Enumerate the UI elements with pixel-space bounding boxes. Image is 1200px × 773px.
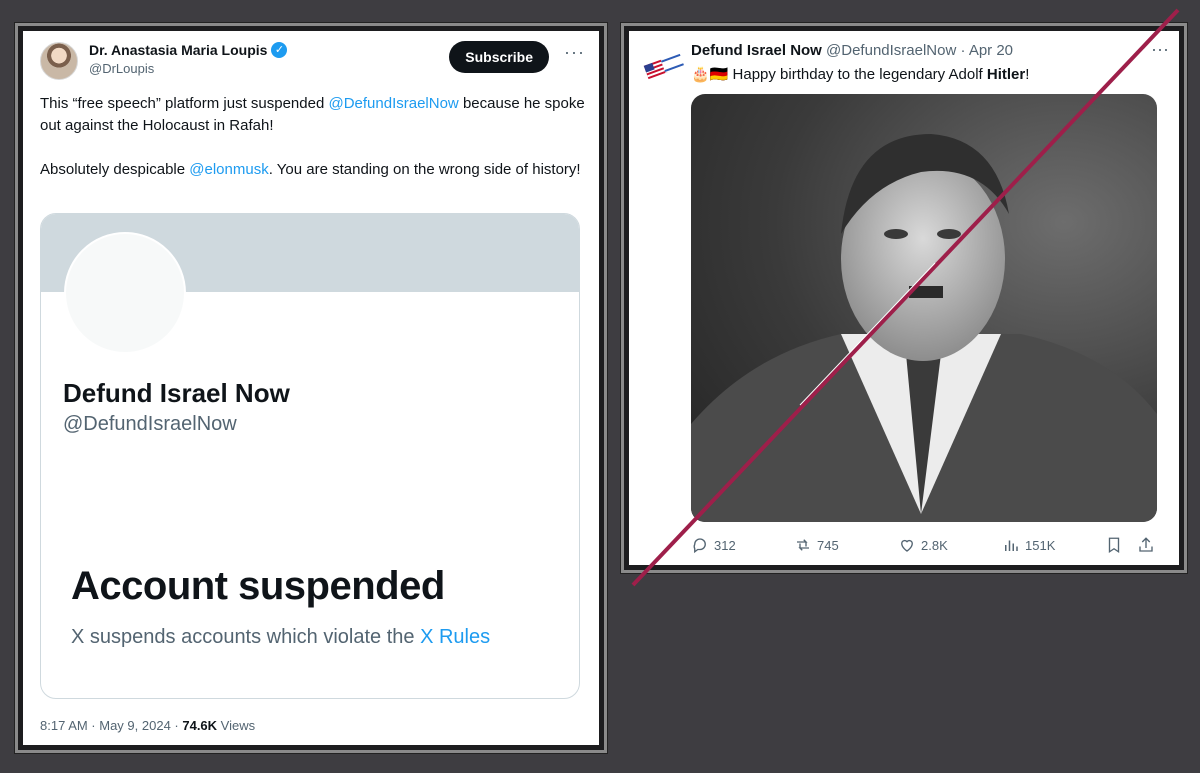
text-span: X suspends accounts which violate the [71, 626, 421, 648]
repost-button[interactable]: 745 [794, 536, 839, 554]
tweet-photo[interactable] [691, 94, 1157, 522]
share-icon [1139, 537, 1153, 552]
reply-button[interactable]: 312 [691, 536, 736, 554]
tweet-header: Dr. Anastasia Maria Loupis ✓ @DrLoupis S… [40, 40, 585, 80]
text-span: Absolutely despicable [40, 161, 190, 178]
author-name[interactable]: Defund Israel Now [691, 42, 822, 59]
emoji-cake-flag: 🎂🇩🇪 [691, 66, 729, 83]
author-name-line: Defund Israel Now @DefundIsraelNow · Apr… [691, 42, 1013, 59]
views-count: 151K [1025, 537, 1056, 553]
author-name[interactable]: Dr. Anastasia Maria Loupis [89, 42, 267, 58]
views-label: Views [217, 718, 256, 733]
text-span: . You are standing on the wrong side of … [268, 161, 581, 178]
more-icon[interactable]: ··· [1151, 39, 1169, 60]
tweet-date[interactable]: · Apr 20 [961, 42, 1014, 59]
bookmark-icon [1108, 537, 1120, 554]
views-button[interactable]: 151K [1002, 536, 1055, 554]
subscribe-button[interactable]: Subscribe [449, 41, 549, 73]
views-count: 74.6K [182, 718, 218, 733]
reply-icon [693, 538, 706, 554]
share-button[interactable] [1137, 536, 1155, 554]
suspended-account-card[interactable]: Defund Israel Now @DefundIsraelNow Accou… [40, 213, 580, 699]
profile-avatar-placeholder [64, 232, 186, 354]
avatar[interactable] [643, 45, 685, 87]
repost-count: 745 [817, 537, 839, 553]
tweet-text: This “free speech” platform just suspend… [40, 93, 588, 203]
views-icon [1005, 540, 1018, 551]
suspended-title: Account suspended [71, 564, 445, 608]
portrait-image [691, 134, 1157, 522]
bold-text: Hitler [986, 66, 1026, 83]
reply-count: 312 [714, 537, 736, 553]
mention-link[interactable]: @elonmusk [189, 161, 268, 178]
verified-icon: ✓ [271, 42, 288, 58]
timestamp[interactable]: 8:17 AM · May 9, 2024 · [40, 718, 182, 733]
tweet-paragraph-1: This “free speech” platform just suspend… [40, 93, 588, 137]
like-icon [901, 539, 913, 552]
like-button[interactable]: 2.8K [898, 536, 948, 554]
author-handle[interactable]: @DrLoupis [89, 61, 154, 76]
tweet-text: 🎂🇩🇪 Happy birthday to the legendary Adol… [691, 65, 1029, 83]
flag-avatar-icon [643, 52, 685, 80]
bookmark-button[interactable] [1105, 536, 1123, 554]
text-span: Happy birthday to the legendary Adolf [728, 66, 987, 83]
author-handle[interactable]: @DefundIsraelNow [826, 42, 956, 59]
mention-link[interactable]: @DefundIsraelNow [328, 95, 458, 112]
more-icon[interactable]: ··· [564, 42, 585, 63]
card-account-handle: @DefundIsraelNow [63, 413, 237, 435]
repost-icon [797, 539, 809, 551]
text-span: ! [1025, 66, 1030, 83]
author-name-line: Dr. Anastasia Maria Loupis ✓ [89, 42, 288, 58]
text-span: This “free speech” platform just suspend… [40, 95, 329, 112]
card-account-name: Defund Israel Now [63, 378, 290, 408]
like-count: 2.8K [921, 537, 948, 553]
left-tweet-screenshot: Dr. Anastasia Maria Loupis ✓ @DrLoupis S… [18, 26, 604, 750]
avatar[interactable] [40, 42, 78, 80]
tweet-meta: 8:17 AM · May 9, 2024 · 74.6K Views [40, 718, 255, 733]
x-rules-link[interactable]: X Rules [420, 626, 490, 648]
tweet-actions: 312 745 2.8K 151K [691, 536, 1161, 560]
right-tweet-screenshot: Defund Israel Now @DefundIsraelNow · Apr… [624, 26, 1184, 570]
tweet-paragraph-2: Absolutely despicable @elonmusk. You are… [40, 159, 588, 181]
suspended-description: X suspends accounts which violate the X … [71, 626, 490, 649]
